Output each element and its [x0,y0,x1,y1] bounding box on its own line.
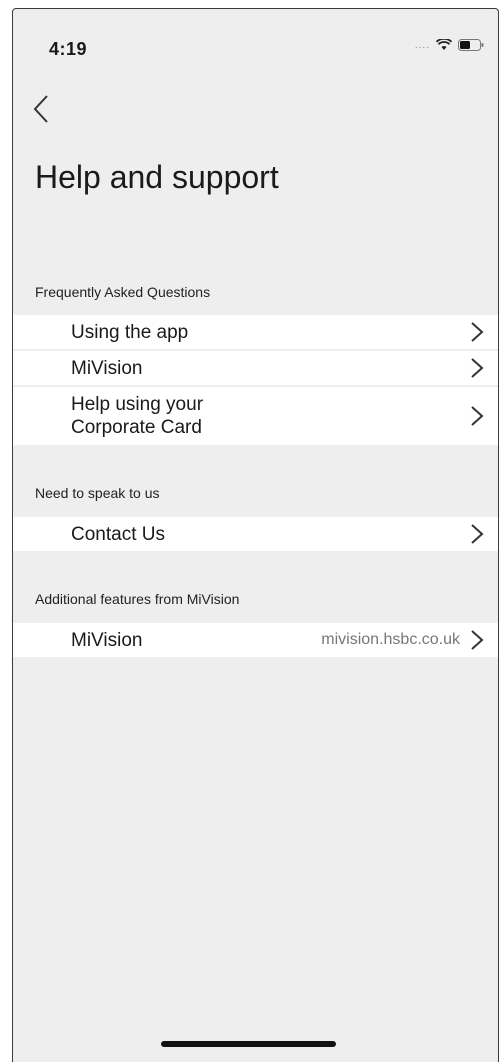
chevron-right-icon [471,406,484,426]
row-value-url: mivision.hsbc.co.uk [321,631,460,648]
mivision-link-item[interactable]: MiVision mivision.hsbc.co.uk [13,623,498,657]
wifi-icon [436,39,452,51]
status-time: 4:19 [49,39,88,59]
status-icons: .... [415,39,484,51]
row-label: Help using your Corporate Card [71,394,204,438]
page-title: Help and support [35,159,279,195]
section-header-faq: Frequently Asked Questions [35,284,211,300]
chevron-right-icon [471,322,484,342]
contact-us-item[interactable]: Contact Us [13,517,498,551]
section-header-speak: Need to speak to us [35,485,160,501]
row-label: MiVision [71,629,143,651]
home-indicator[interactable] [161,1041,336,1047]
chevron-left-icon [33,95,48,123]
chevron-right-icon [471,630,484,650]
row-label: Contact Us [71,523,165,545]
row-label: MiVision [71,357,143,379]
back-button[interactable] [33,89,63,129]
battery-icon [458,39,484,51]
section-header-additional: Additional features from MiVision [35,591,240,607]
faq-item-using-the-app[interactable]: Using the app [13,315,498,349]
faq-item-corporate-card[interactable]: Help using your Corporate Card [13,387,498,445]
chevron-right-icon [471,524,484,544]
faq-item-mivision[interactable]: MiVision [13,351,498,385]
chevron-right-icon [471,358,484,378]
signal-icon: .... [414,39,430,51]
row-label: Using the app [71,321,189,343]
phone-screen: 4:19 .... Help and support Frequently As… [12,8,499,1062]
status-bar: 4:19 .... [13,9,498,69]
